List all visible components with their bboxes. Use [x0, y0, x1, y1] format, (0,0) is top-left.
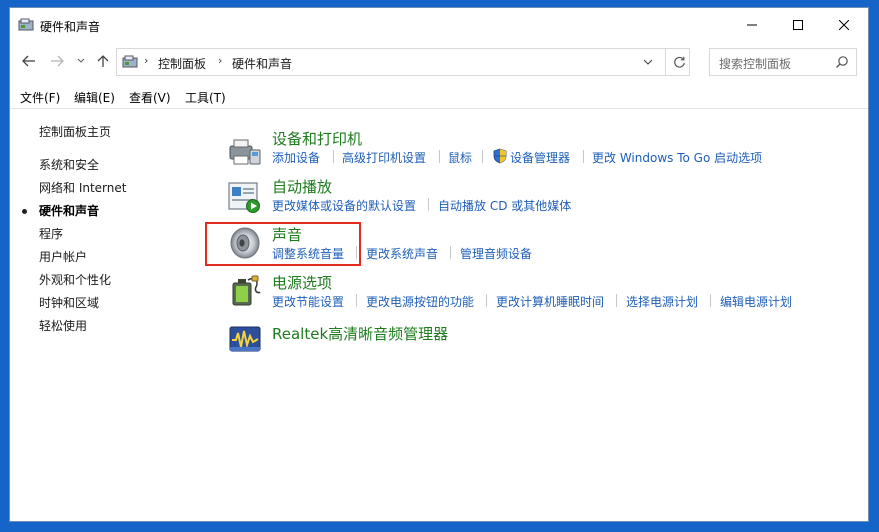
- task-separator: [710, 294, 711, 307]
- breadcrumb-control-panel[interactable]: 控制面板: [158, 55, 206, 72]
- sidebar-item-clock-region[interactable]: 时钟和区域: [39, 294, 99, 311]
- category-autoplay-title[interactable]: 自动播放: [272, 176, 332, 197]
- task-advanced-printer-settings[interactable]: 高级打印机设置: [342, 149, 426, 166]
- search-icon[interactable]: [835, 55, 849, 69]
- sidebar-item-system-security[interactable]: 系统和安全: [39, 156, 99, 173]
- task-change-media-defaults[interactable]: 更改媒体或设备的默认设置: [272, 197, 416, 214]
- menu-tools[interactable]: 工具(T): [185, 89, 226, 106]
- search-input[interactable]: 搜索控制面板: [719, 55, 791, 72]
- address-bar[interactable]: › 控制面板 › 硬件和声音: [116, 48, 690, 76]
- chevron-down-icon: [643, 59, 653, 65]
- printer-icon[interactable]: [228, 134, 262, 168]
- control-panel-icon: [122, 55, 138, 68]
- task-change-system-sounds[interactable]: 更改系统声音: [366, 245, 438, 262]
- sidebar-item-network[interactable]: 网络和 Internet: [39, 179, 126, 196]
- minimize-button[interactable]: [729, 8, 775, 42]
- task-add-device[interactable]: 添加设备: [272, 149, 320, 166]
- task-change-sleep-time[interactable]: 更改计算机睡眠时间: [496, 293, 604, 310]
- task-separator: [486, 294, 487, 307]
- menu-view[interactable]: 查看(V): [129, 89, 171, 106]
- realtek-audio-icon[interactable]: [228, 322, 262, 356]
- sidebar-item-hardware-sound[interactable]: 硬件和声音: [39, 202, 99, 219]
- category-power-options-title[interactable]: 电源选项: [272, 272, 332, 293]
- task-separator: [439, 150, 440, 163]
- breadcrumb-hardware-sound[interactable]: 硬件和声音: [232, 55, 292, 72]
- menu-file[interactable]: 文件(F): [20, 89, 60, 106]
- task-device-manager[interactable]: 设备管理器: [510, 149, 570, 166]
- task-separator: [450, 246, 451, 259]
- refresh-button[interactable]: [665, 49, 692, 75]
- navigation-bar: › 控制面板 › 硬件和声音 搜索控制面板: [10, 46, 868, 78]
- control-panel-window: 硬件和声音 › 控制面板 › 硬件和声音 搜索控制面板 文件(F) 编辑(E) …: [10, 8, 868, 521]
- task-change-power-saving[interactable]: 更改节能设置: [272, 293, 344, 310]
- close-button[interactable]: [821, 8, 867, 42]
- power-options-icon[interactable]: [228, 274, 262, 308]
- window-title: 硬件和声音: [40, 20, 101, 34]
- sidebar-item-user-accounts[interactable]: 用户帐户: [39, 248, 87, 265]
- category-devices-printers-title[interactable]: 设备和打印机: [272, 128, 362, 149]
- task-change-power-button[interactable]: 更改电源按钮的功能: [366, 293, 474, 310]
- task-separator: [356, 294, 357, 307]
- task-windows-to-go[interactable]: 更改 Windows To Go 启动选项: [592, 149, 762, 166]
- category-realtek-title[interactable]: Realtek高清晰音频管理器: [272, 323, 448, 344]
- task-separator: [333, 150, 334, 163]
- sidebar-item-ease-of-access[interactable]: 轻松使用: [39, 317, 87, 334]
- title-bar[interactable]: 硬件和声音: [10, 8, 868, 42]
- arrow-up-icon: [97, 55, 109, 67]
- task-autoplay-cd[interactable]: 自动播放 CD 或其他媒体: [438, 197, 571, 214]
- breadcrumb-chevron-icon[interactable]: ›: [218, 54, 222, 67]
- sidebar-home[interactable]: 控制面板主页: [39, 123, 111, 140]
- recent-locations-button[interactable]: [70, 50, 92, 72]
- chevron-down-icon: [77, 58, 85, 63]
- autoplay-icon[interactable]: [228, 180, 262, 214]
- task-separator: [482, 150, 483, 163]
- back-button[interactable]: [18, 50, 40, 72]
- sidebar-item-programs[interactable]: 程序: [39, 225, 63, 242]
- search-box[interactable]: 搜索控制面板: [709, 48, 857, 76]
- maximize-icon: [793, 20, 803, 30]
- forward-button[interactable]: [46, 50, 68, 72]
- task-separator: [616, 294, 617, 307]
- arrow-right-icon: [51, 55, 64, 67]
- annotation-highlight-box: [205, 222, 361, 266]
- up-button[interactable]: [92, 50, 114, 72]
- sidebar-item-appearance[interactable]: 外观和个性化: [39, 271, 111, 288]
- task-manage-audio-devices[interactable]: 管理音频设备: [460, 245, 532, 262]
- uac-shield-icon: [493, 148, 507, 164]
- breadcrumb-chevron-icon[interactable]: ›: [144, 54, 148, 67]
- menu-edit[interactable]: 编辑(E): [74, 89, 115, 106]
- refresh-icon: [673, 56, 685, 68]
- arrow-left-icon: [22, 55, 35, 67]
- control-panel-icon: [18, 18, 34, 31]
- task-edit-power-plan[interactable]: 编辑电源计划: [720, 293, 792, 310]
- close-icon: [839, 20, 849, 30]
- task-separator: [583, 150, 584, 163]
- task-choose-power-plan[interactable]: 选择电源计划: [626, 293, 698, 310]
- minimize-icon: [747, 24, 757, 26]
- menu-bar: 文件(F) 编辑(E) 查看(V) 工具(T): [10, 86, 868, 109]
- active-bullet: [22, 209, 27, 214]
- task-separator: [428, 198, 429, 211]
- task-mouse[interactable]: 鼠标: [448, 149, 472, 166]
- address-history-button[interactable]: [637, 49, 659, 75]
- maximize-button[interactable]: [775, 8, 821, 42]
